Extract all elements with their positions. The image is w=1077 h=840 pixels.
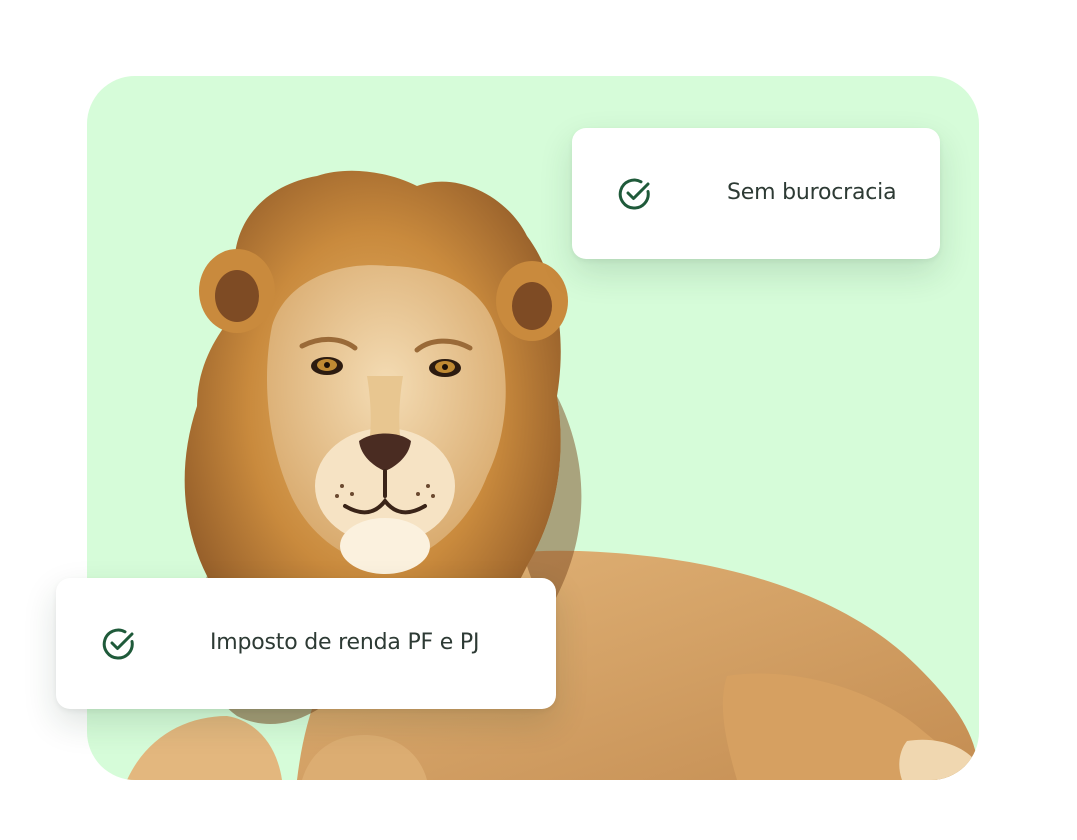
feature-card-no-bureaucracy: Sem burocracia: [572, 128, 940, 259]
check-circle-icon: [102, 628, 134, 660]
feature-label: Sem burocracia: [727, 180, 897, 205]
check-circle-icon: [618, 178, 650, 210]
feature-card-income-tax: Imposto de renda PF e PJ: [56, 578, 556, 709]
feature-hero: Sem burocracia Imposto de renda PF e PJ: [0, 0, 1077, 840]
feature-label: Imposto de renda PF e PJ: [210, 630, 480, 655]
